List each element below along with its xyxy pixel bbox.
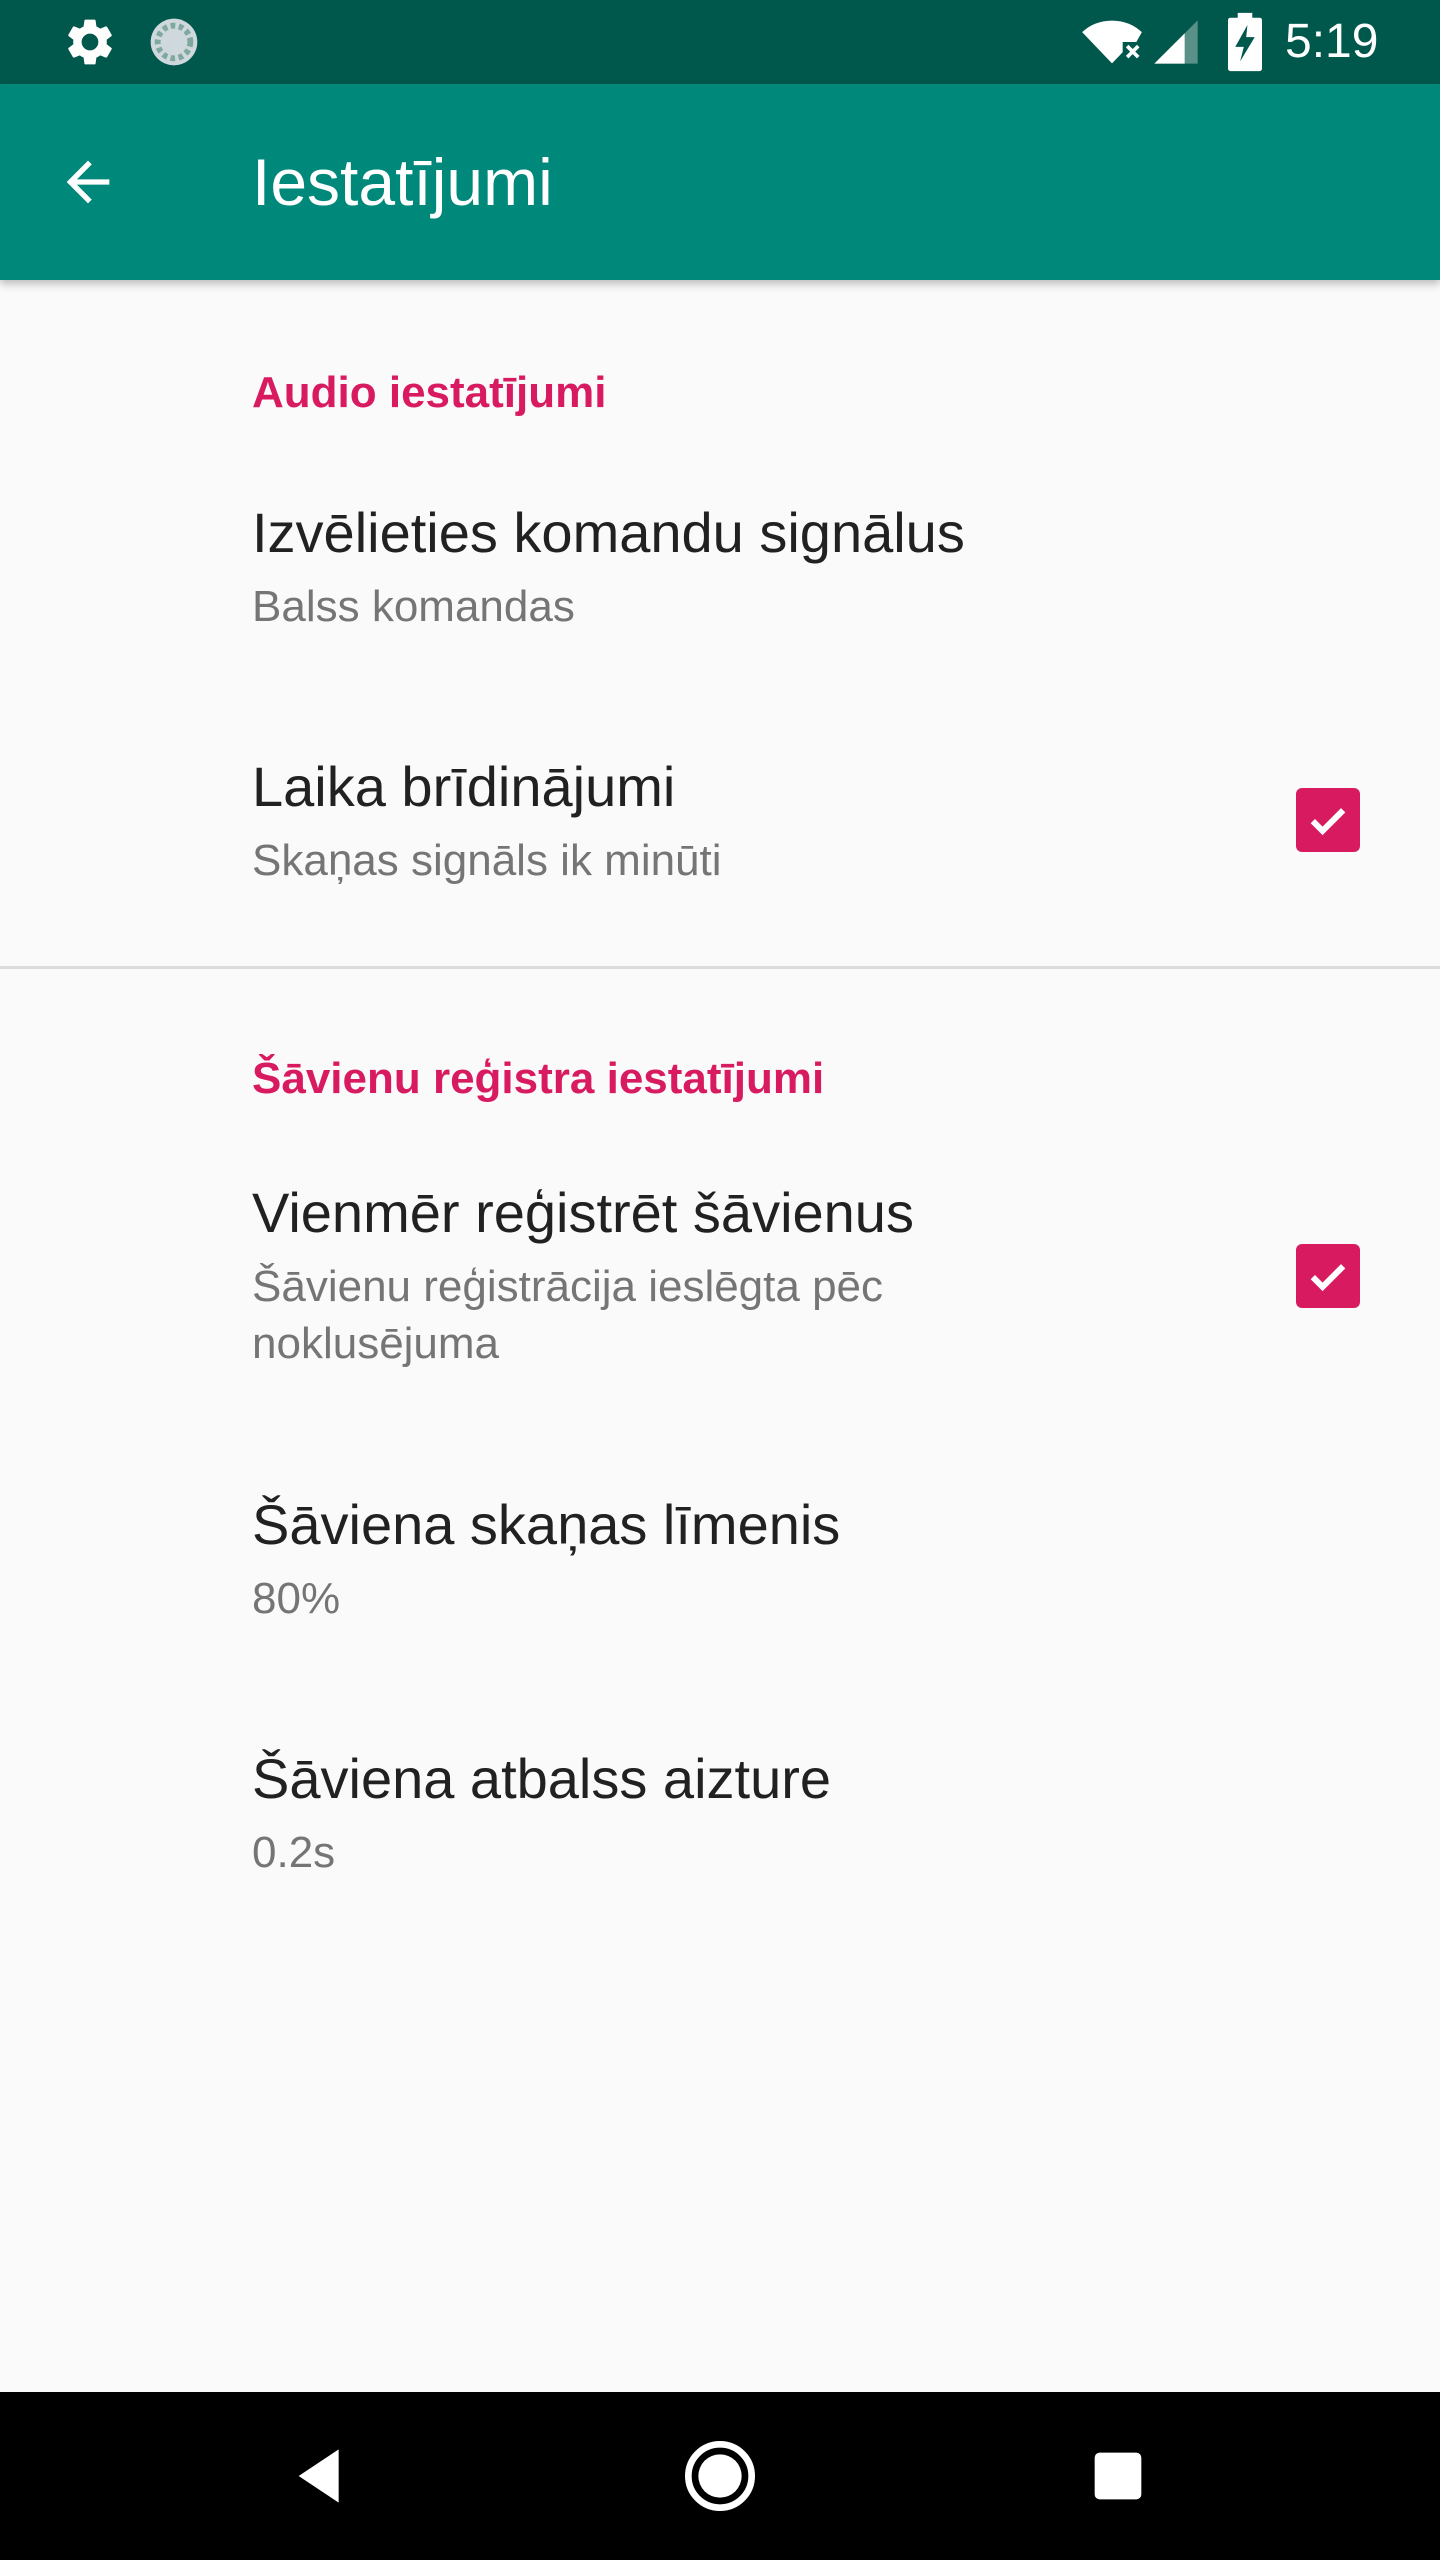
time-warnings-checkbox[interactable] (1296, 788, 1360, 852)
nav-recents-icon[interactable] (1078, 2436, 1158, 2516)
nav-back-icon[interactable] (282, 2436, 362, 2516)
section-divider (0, 966, 1440, 969)
pref-summary: Skaņas signāls ik minūti (252, 836, 722, 885)
gear-icon (68, 19, 112, 65)
pref-title: Vienmēr reģistrēt šāvienus (252, 1181, 914, 1244)
pref-title: Laika brīdinājumi (252, 755, 676, 818)
pref-command-signals[interactable]: Izvēlieties komandu signālus Balss koman… (0, 500, 1440, 750)
cell-signal-icon (1154, 20, 1198, 64)
app-toolbar: Iestatījumi (0, 84, 1440, 280)
pref-summary: 0.2s (252, 1828, 336, 1877)
pref-title: Šāviena atbalss aizture (252, 1747, 832, 1810)
pref-summary-line-2: noklusējuma (252, 1319, 500, 1368)
always-log-shots-checkbox[interactable] (1296, 1244, 1360, 1308)
pref-summary-line-1: Šāvienu reģistrācija ieslēgta pēc (252, 1262, 884, 1311)
category-audio-header: Audio iestatījumi (252, 368, 607, 417)
pref-summary: 80% (252, 1574, 341, 1623)
pref-summary: Balss komandas (252, 582, 575, 631)
pref-shot-volume[interactable]: Šāviena skaņas līmenis 80% (0, 1492, 1440, 1722)
battery-charging-icon (1228, 12, 1262, 72)
pref-title: Izvēlieties komandu signālus (252, 501, 965, 564)
back-button[interactable] (40, 134, 136, 230)
nav-home-icon[interactable] (680, 2436, 760, 2516)
category-shot-log-header: Šāvienu reģistra iestatījumi (252, 1054, 825, 1103)
checkmark-icon (1310, 808, 1346, 836)
system-nav-bar (0, 2392, 1440, 2560)
settings-list: Audio iestatījumi Izvēlieties komandu si… (0, 280, 1440, 2392)
pref-time-warnings[interactable]: Laika brīdinājumi Skaņas signāls ik minū… (0, 754, 1440, 964)
status-time: 5:19 (1285, 15, 1379, 68)
pref-always-log-shots[interactable]: Vienmēr reģistrēt šāvienus Šāvienu reģis… (0, 1180, 1440, 1430)
sync-icon (150, 18, 198, 66)
pref-title: Šāviena skaņas līmenis (252, 1493, 841, 1556)
page-title: Iestatījumi (252, 145, 553, 219)
arrow-back-icon (66, 160, 110, 204)
wifi-off-icon (1082, 20, 1142, 64)
status-bar: 5:19 (0, 0, 1440, 84)
checkmark-icon (1310, 1264, 1346, 1292)
pref-shot-echo-delay[interactable]: Šāviena atbalss aizture 0.2s (0, 1746, 1440, 1976)
